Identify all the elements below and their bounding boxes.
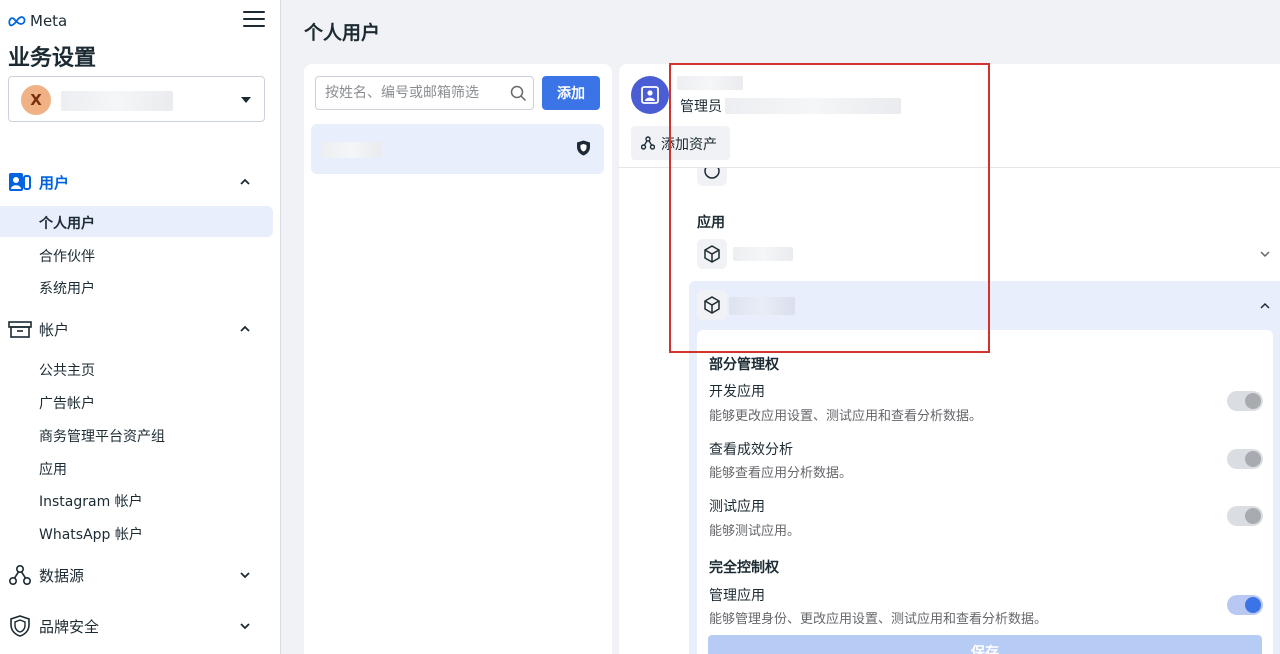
chevron-up-icon[interactable] <box>1260 301 1270 311</box>
meta-logo-text: Meta <box>30 12 68 30</box>
nav-item-ad-accounts[interactable]: 广告帐户 <box>0 386 273 417</box>
full-control-heading: 完全控制权 <box>709 560 779 576</box>
chevron-down-icon[interactable] <box>1260 249 1270 259</box>
nav-item-whatsapp-accounts[interactable]: WhatsApp 帐户 <box>0 517 273 548</box>
save-button[interactable]: 保存 <box>708 635 1262 654</box>
nav-section-accounts[interactable]: 帐户 <box>0 312 281 346</box>
business-settings-title: 业务设置 <box>8 46 97 71</box>
detail-header: 管理员 添加资产 <box>619 64 1280 168</box>
page-title: 个人用户 <box>304 22 381 44</box>
permission-description: 能够更改应用设置、测试应用和查看分析数据。 <box>709 409 983 424</box>
search-input[interactable] <box>325 83 505 103</box>
chevron-down-icon <box>240 623 250 630</box>
redacted-user-name <box>677 76 743 90</box>
add-asset-button[interactable]: 添加资产 <box>631 126 730 160</box>
meta-logo[interactable]: Meta <box>8 12 67 30</box>
chevron-up-icon <box>240 325 250 332</box>
user-avatar <box>631 76 669 114</box>
hamburger-icon[interactable] <box>243 11 265 29</box>
business-account-selector[interactable]: X <box>8 76 265 122</box>
sidebar: Meta 业务设置 X 用户 个人用户 合作伙伴 系统用户 帐户 公共主页 广告… <box>0 0 281 654</box>
permission-description: 能够查看应用分析数据。 <box>709 466 853 481</box>
permission-description: 能够测试应用。 <box>709 524 801 539</box>
permission-description: 能够管理身份、更改应用设置、测试应用和查看分析数据。 <box>709 612 1048 627</box>
app-icon <box>697 290 727 320</box>
toggle-test-app[interactable] <box>1227 506 1263 526</box>
search-field[interactable] <box>315 76 534 110</box>
redacted-app-name <box>733 247 793 261</box>
nav-section-brand-safety[interactable]: 品牌安全 <box>0 609 281 643</box>
nav-section-data-sources[interactable]: 数据源 <box>0 558 281 592</box>
brand-safety-icon <box>10 615 30 637</box>
data-sources-icon <box>8 564 32 586</box>
nav-item-asset-groups[interactable]: 商务管理平台资产组 <box>0 419 273 450</box>
add-person-button[interactable]: 添加 <box>542 76 600 110</box>
nav-item-apps[interactable]: 应用 <box>0 452 273 483</box>
list-item[interactable] <box>311 124 604 174</box>
permission-title: 查看成效分析 <box>709 442 793 458</box>
shield-icon <box>577 140 590 156</box>
account-avatar: X <box>21 85 51 115</box>
chevron-down-icon <box>240 572 250 579</box>
redacted-app-name <box>729 297 795 315</box>
nav-section-users[interactable]: 用户 <box>0 165 281 199</box>
meta-logo-icon <box>8 16 26 27</box>
user-avatar-icon <box>641 86 659 104</box>
nav-item-system-users[interactable]: 系统用户 <box>0 271 273 302</box>
nav-item-instagram-accounts[interactable]: Instagram 帐户 <box>0 484 273 515</box>
app-icon <box>697 239 727 269</box>
users-icon <box>9 173 31 191</box>
people-list-panel: 添加 <box>304 64 612 654</box>
caret-down-icon <box>241 97 251 103</box>
nav-item-pages[interactable]: 公共主页 <box>0 353 273 384</box>
redacted-user-email <box>725 98 901 114</box>
nav-section-label: 帐户 <box>39 320 70 339</box>
apps-heading: 应用 <box>697 215 725 231</box>
nav-section-label: 数据源 <box>39 566 85 585</box>
user-role-label: 管理员 <box>680 99 722 115</box>
permissions-card: 部分管理权 开发应用 能够更改应用设置、测试应用和查看分析数据。 查看成效分析 … <box>697 330 1273 654</box>
search-icon[interactable] <box>510 85 527 102</box>
redacted-account-name <box>61 91 173 111</box>
chevron-up-icon <box>240 178 250 185</box>
redacted-person-name <box>321 142 381 158</box>
toggle-develop-app[interactable] <box>1227 391 1263 411</box>
app-row-collapsed[interactable] <box>689 236 1280 272</box>
permission-title: 管理应用 <box>709 588 765 604</box>
nav-item-partners[interactable]: 合作伙伴 <box>0 239 273 270</box>
permission-title: 开发应用 <box>709 384 765 400</box>
nav-item-people[interactable]: 个人用户 <box>0 206 273 237</box>
nav-section-label: 品牌安全 <box>39 617 100 636</box>
partial-access-heading: 部分管理权 <box>709 357 779 373</box>
app-cube-icon <box>704 245 720 263</box>
person-detail-panel: 管理员 添加资产 应用 部分管理权 开发应用 能够更改应用设置、测试应用和查看分… <box>619 64 1280 654</box>
toggle-manage-app[interactable] <box>1227 595 1263 615</box>
toggle-view-insights[interactable] <box>1227 449 1263 469</box>
briefcase-icon <box>8 321 32 338</box>
app-cube-icon <box>704 296 720 314</box>
nav-section-label: 用户 <box>39 173 70 192</box>
permission-title: 测试应用 <box>709 499 765 515</box>
add-asset-icon <box>641 136 655 150</box>
